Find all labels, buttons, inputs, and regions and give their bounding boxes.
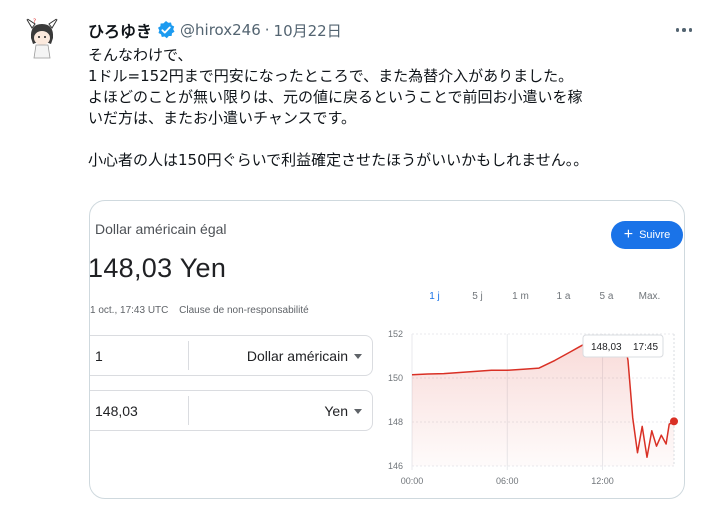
tooltip-value: 148,03 — [591, 342, 622, 353]
tweet-text-line: 1ドル=152円まで円安になったところで、また為替介入がありました。 — [88, 67, 574, 85]
author-name[interactable]: ひろゆき — [88, 18, 152, 42]
dropdown-caret-icon — [354, 409, 362, 415]
to-amount-input[interactable]: 148,03 — [90, 403, 188, 419]
range-tab[interactable]: 1 j — [413, 291, 456, 302]
rate-timestamp: 1 oct., 17:43 UTC — [90, 305, 169, 316]
y-tick-label: 146 — [388, 461, 403, 471]
tweet-text-line: 小心者の人は150円ぐらいで利益確定させたほうがいいかもしれません。。 — [88, 151, 589, 169]
range-tab[interactable]: 5 a — [585, 291, 628, 302]
tweet-date[interactable]: 10月22日 — [274, 20, 342, 41]
tweet-text-line — [88, 129, 708, 150]
currency-card-title: Dollar américain égal — [95, 221, 227, 237]
exchange-rate-chart[interactable]: 146 148 150 152 00:00 06:00 12:00 148,03 17:45 — [380, 326, 685, 499]
exchange-rate-value: 148,03 Yen — [89, 253, 227, 283]
range-tab[interactable]: 5 j — [456, 291, 499, 302]
tweet-text-line: そんなわけで、 — [88, 46, 193, 64]
tweet: ? ひろゆき @hirox246 · 10月22日 そんなわけで、 1ドル=15… — [0, 0, 716, 514]
to-currency-select[interactable]: Yen — [189, 403, 372, 419]
tweet-text-line: よほどのことが無い限りは、元の値に戻るということで前回お小遣いを稼 — [88, 88, 583, 106]
follow-label: Suivre — [639, 229, 671, 241]
converter-to-row: 148,03 Yen — [90, 390, 373, 431]
plus-icon: + — [623, 226, 634, 243]
y-tick-label: 152 — [388, 329, 403, 339]
from-currency-label: Dollar américain — [246, 347, 348, 364]
to-currency-label: Yen — [324, 402, 348, 419]
range-tab[interactable]: 1 m — [499, 291, 542, 302]
verified-badge-icon — [156, 20, 176, 40]
range-tabs: 1 j 5 j 1 m 1 a 5 a Max. — [413, 291, 671, 302]
tooltip-time: 17:45 — [633, 342, 658, 353]
x-tick-label: 06:00 — [496, 476, 519, 486]
avatar[interactable]: ? — [18, 14, 66, 62]
converter-from-row: 1 Dollar américain — [90, 335, 373, 376]
more-options-icon[interactable] — [672, 22, 696, 38]
attached-image[interactable]: Dollar américain égal 148,03 Yen 1 oct.,… — [89, 200, 685, 499]
from-amount-input[interactable]: 1 — [90, 348, 188, 364]
follow-button[interactable]: + Suivre — [611, 221, 683, 249]
header-separator: · — [264, 21, 270, 39]
range-tab[interactable]: 1 a — [542, 291, 585, 302]
tweet-text-line: いだ方は、またお小遣いチャンスです。 — [88, 109, 357, 127]
current-value-dot — [670, 417, 678, 426]
svg-text:?: ? — [33, 18, 36, 25]
from-currency-select[interactable]: Dollar américain — [189, 348, 372, 364]
disclaimer-link[interactable]: Clause de non-responsabilité — [179, 305, 309, 316]
dropdown-caret-icon — [354, 354, 362, 360]
x-tick-label: 12:00 — [591, 476, 614, 486]
avatar-illustration: ? — [18, 14, 66, 62]
y-tick-label: 150 — [388, 373, 403, 383]
author-handle[interactable]: @hirox246 — [180, 21, 261, 39]
rate-meta: 1 oct., 17:43 UTC Clause de non-responsa… — [90, 305, 309, 316]
tweet-header: ひろゆき @hirox246 · 10月22日 — [88, 18, 342, 42]
range-tab[interactable]: Max. — [628, 291, 671, 302]
y-tick-label: 148 — [388, 417, 403, 427]
x-tick-label: 00:00 — [401, 476, 424, 486]
tweet-text: そんなわけで、 1ドル=152円まで円安になったところで、また為替介入がありまし… — [88, 45, 708, 171]
